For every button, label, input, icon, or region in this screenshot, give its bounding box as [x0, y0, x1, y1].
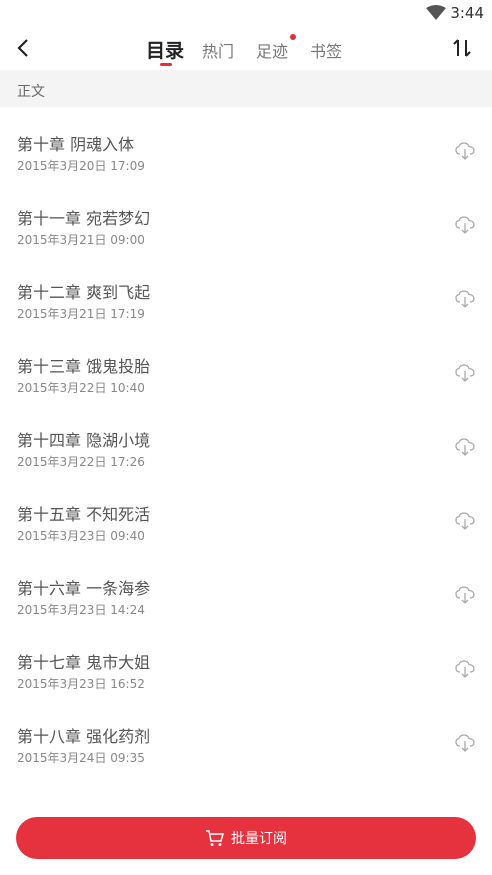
wifi-icon — [426, 5, 446, 20]
cloud-download-icon[interactable] — [455, 438, 475, 456]
cloud-download-icon[interactable] — [455, 734, 475, 752]
status-time: 3:44 — [450, 4, 484, 22]
chapter-title: 第十五章 不知死活 — [17, 505, 151, 524]
chapter-date: 2015年3月21日 17:19 — [17, 307, 145, 321]
chapter-title: 第十二章 爽到飞起 — [17, 283, 151, 302]
chapter-row[interactable]: 第十八章 强化药剂 2015年3月24日 09:35 — [0, 699, 492, 773]
cloud-download-icon[interactable] — [455, 586, 475, 604]
sort-icon[interactable] — [450, 36, 474, 60]
cloud-download-icon[interactable] — [455, 660, 475, 678]
chapter-row[interactable]: 第十七章 鬼市大姐 2015年3月23日 16:52 — [0, 625, 492, 699]
chapter-title: 第十七章 鬼市大姐 — [17, 653, 151, 672]
chapter-title: 第十章 阴魂入体 — [17, 135, 135, 154]
tab-popular[interactable]: 热门 — [202, 38, 234, 62]
cloud-download-icon[interactable] — [455, 290, 475, 308]
chapter-row[interactable]: 第十一章 宛若梦幻 2015年3月21日 09:00 — [0, 181, 492, 255]
tab-footprint[interactable]: 足迹 — [256, 38, 288, 62]
batch-subscribe-label: 批量订阅 — [231, 831, 287, 847]
footprint-badge — [290, 34, 296, 40]
chapter-title: 第十三章 饿鬼投胎 — [17, 357, 151, 376]
section-header: 正文 — [0, 70, 492, 107]
top-nav: 目录 热门 足迹 书签 — [0, 26, 492, 70]
chapter-row[interactable]: 第十章 阴魂入体 2015年3月20日 17:09 — [0, 107, 492, 181]
chapter-title: 第十六章 一条海参 — [17, 579, 151, 598]
batch-subscribe-button[interactable]: 批量订阅 — [16, 817, 476, 859]
section-label: 正文 — [17, 84, 45, 100]
chapter-date: 2015年3月23日 14:24 — [17, 603, 145, 617]
chapter-date: 2015年3月23日 09:40 — [17, 529, 145, 543]
cloud-download-icon[interactable] — [455, 142, 475, 160]
chapter-row[interactable]: 第十二章 爽到飞起 2015年3月21日 17:19 — [0, 255, 492, 329]
active-tab-indicator — [160, 63, 172, 66]
chapter-date: 2015年3月21日 09:00 — [17, 233, 145, 247]
shopping-cart-icon — [206, 830, 224, 846]
chapter-title: 第十四章 隐湖小境 — [17, 431, 151, 450]
cloud-download-icon[interactable] — [455, 512, 475, 530]
chapter-title: 第十八章 强化药剂 — [17, 727, 151, 746]
tab-bookmark[interactable]: 书签 — [310, 38, 342, 62]
cloud-download-icon[interactable] — [455, 364, 475, 382]
chapter-title: 第十一章 宛若梦幻 — [17, 209, 151, 228]
status-bar: 3:44 — [0, 0, 492, 26]
chapter-date: 2015年3月24日 09:35 — [17, 751, 145, 765]
chapter-date: 2015年3月22日 10:40 — [17, 381, 145, 395]
chapter-row[interactable]: 第十四章 隐湖小境 2015年3月22日 17:26 — [0, 403, 492, 477]
chapter-date: 2015年3月23日 16:52 — [17, 677, 145, 691]
back-arrow-icon[interactable] — [12, 36, 36, 60]
tab-catalog[interactable]: 目录 — [146, 36, 184, 63]
chapter-row[interactable]: 第十五章 不知死活 2015年3月23日 09:40 — [0, 477, 492, 551]
chapter-row[interactable]: 第十六章 一条海参 2015年3月23日 14:24 — [0, 551, 492, 625]
chapter-date: 2015年3月22日 17:26 — [17, 455, 145, 469]
chapter-row[interactable]: 第十三章 饿鬼投胎 2015年3月22日 10:40 — [0, 329, 492, 403]
chapter-date: 2015年3月20日 17:09 — [17, 159, 145, 173]
cloud-download-icon[interactable] — [455, 216, 475, 234]
